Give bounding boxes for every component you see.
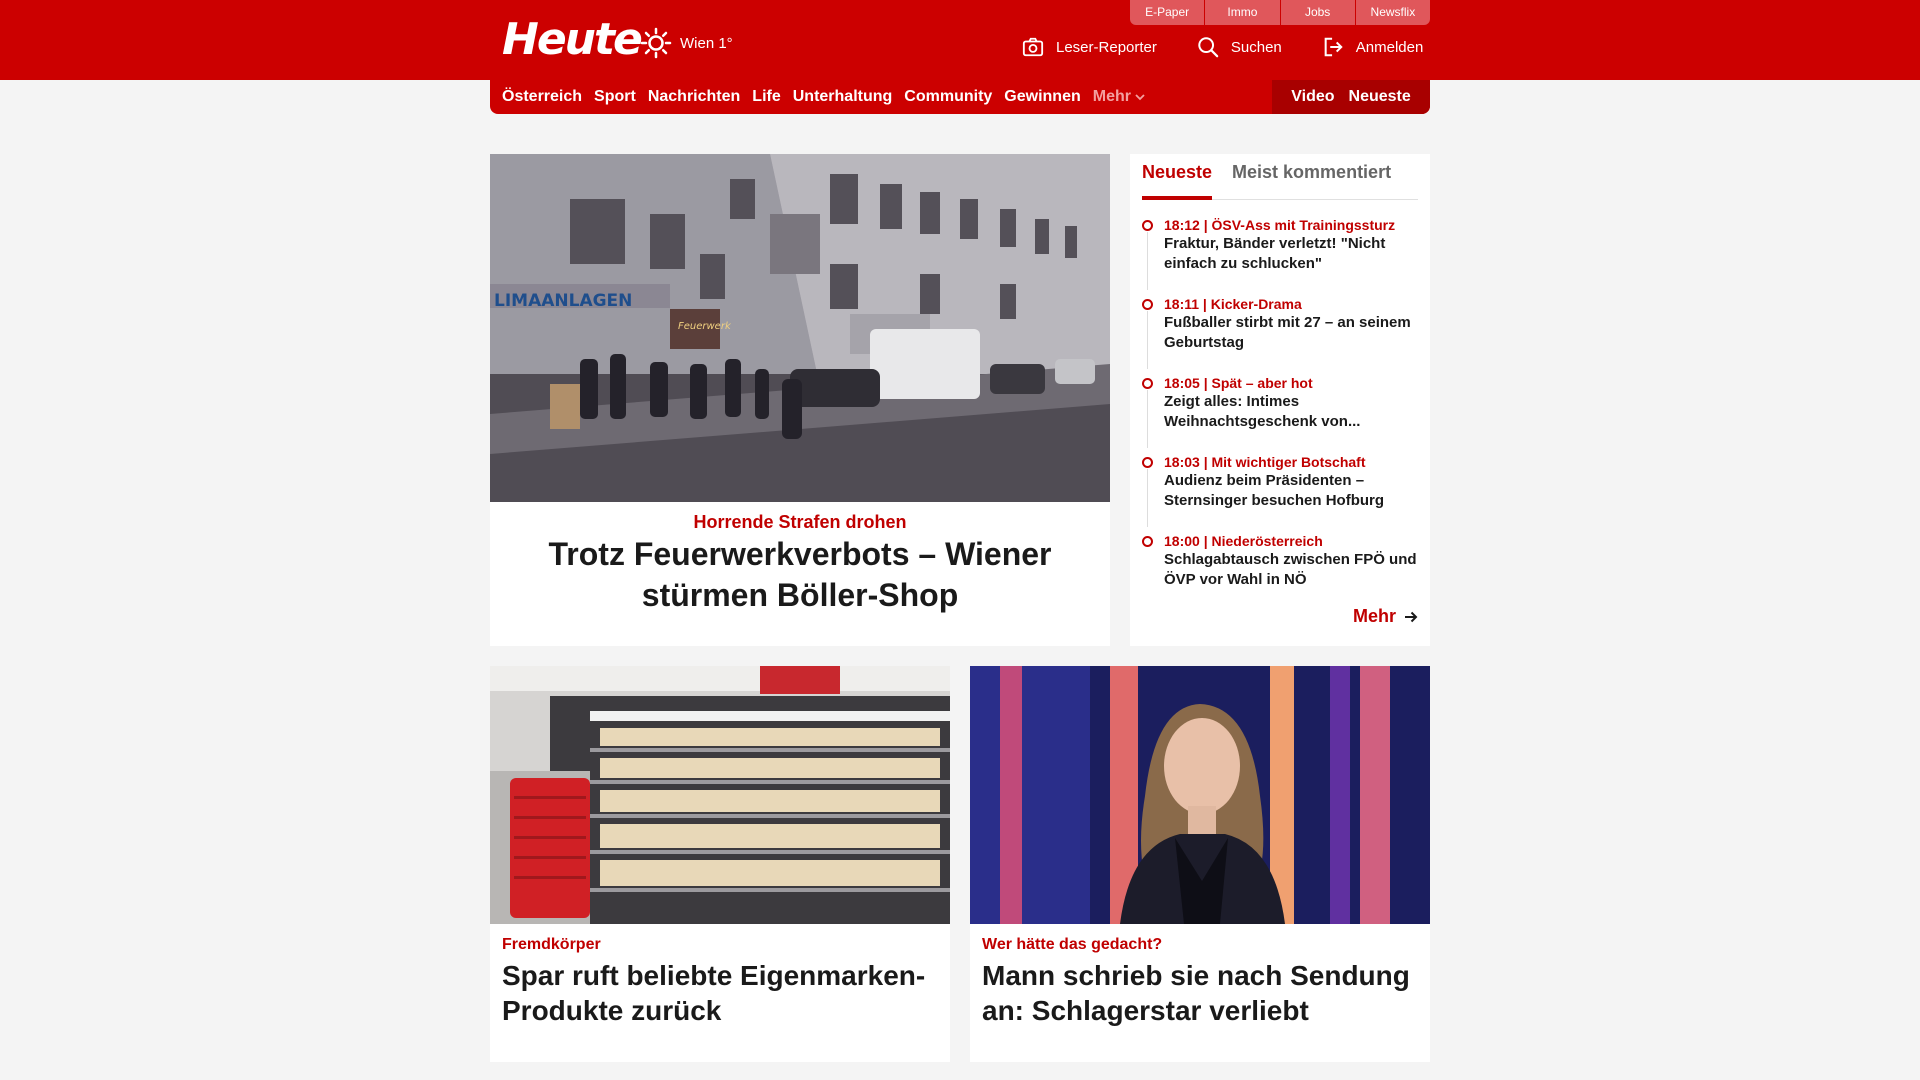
newsflix-link[interactable]: Newsflix — [1355, 0, 1430, 25]
timeline-line — [1147, 232, 1148, 290]
tab-neueste[interactable]: Neueste — [1142, 154, 1213, 200]
news-title[interactable]: Schlagabtausch zwischen FPÖ und ÖVP vor … — [1164, 550, 1422, 590]
list-item[interactable]: 18:03 | Mit wichtiger Botschaft Audienz … — [1142, 453, 1422, 532]
camera-icon — [1022, 37, 1044, 57]
news-meta: 18:12 | ÖSV-Ass mit Trainingssturz — [1164, 217, 1396, 233]
nav-item-oesterreich[interactable]: Österreich — [502, 88, 582, 106]
timeline-dot-icon — [1142, 536, 1153, 547]
news-title[interactable]: Zeigt alles: Intimes Weihnachtsgeschenk … — [1164, 392, 1422, 432]
timeline-line — [1147, 390, 1148, 448]
news-list: 18:12 | ÖSV-Ass mit Trainingssturz Frakt… — [1142, 216, 1422, 611]
nav-item-nachrichten[interactable]: Nachrichten — [648, 88, 740, 106]
arrow-right-icon — [1405, 611, 1418, 622]
tab-meist-kommentiert[interactable]: Meist kommentiert — [1232, 154, 1391, 200]
list-item[interactable]: 18:11 | Kicker-Drama Fußballer stirbt mi… — [1142, 295, 1422, 374]
article-card-schlagerstar[interactable]: Wer hätte das gedacht? Mann schrieb sie … — [970, 666, 1430, 1062]
immo-link[interactable]: Immo — [1205, 0, 1281, 25]
nav-right-group: Video Neueste — [1272, 80, 1430, 114]
timeline-line — [1147, 469, 1148, 527]
hero-image-shop-sign: Feuerwerk — [678, 321, 732, 332]
timeline-dot-icon — [1142, 220, 1153, 231]
weather-text: Wien 1° — [680, 34, 733, 52]
card-kicker: Fremdkörper — [502, 936, 601, 953]
top-mini-links: E-Paper Immo Jobs Newsflix — [1130, 0, 1430, 25]
card-title[interactable]: Mann schrieb sie nach Sendung an: Schlag… — [982, 958, 1418, 1028]
news-meta: 18:05 | Spät – aber hot — [1164, 375, 1313, 391]
news-meta: 18:00 | Niederösterreich — [1164, 533, 1323, 549]
sidebar-tabs: Neueste Meist kommentiert — [1142, 154, 1418, 200]
sidebar-more-label: Mehr — [1352, 606, 1396, 626]
nav-item-unterhaltung[interactable]: Unterhaltung — [793, 88, 893, 106]
hero-article[interactable]: LIMAANLAGEN Feuerwerk Horrende Strafen d… — [490, 154, 1110, 646]
nav-item-life[interactable]: Life — [752, 88, 780, 106]
hero-image-sign-text: LIMAANLAGEN — [494, 291, 632, 311]
hero-title[interactable]: Trotz Feuerwerkverbots – Wiener stürmen … — [520, 534, 1080, 616]
leser-reporter-button[interactable]: Leser-Reporter — [1022, 32, 1157, 62]
chevron-down-icon — [1135, 94, 1145, 101]
site-header: Heute Wien 1° E-Paper Immo Jobs Newsflix… — [0, 0, 1920, 80]
login-button[interactable]: Anmelden — [1322, 32, 1424, 62]
timeline-dot-icon — [1142, 378, 1153, 389]
sidebar-more-link[interactable]: Mehr — [1353, 606, 1418, 627]
jobs-link[interactable]: Jobs — [1280, 0, 1356, 25]
header-actions: Leser-Reporter Suchen Anmelden — [1022, 32, 1423, 62]
news-meta: 18:03 | Mit wichtiger Botschaft — [1164, 454, 1366, 470]
search-icon — [1198, 37, 1219, 58]
nav-item-gewinnen[interactable]: Gewinnen — [1004, 88, 1080, 106]
search-button[interactable]: Suchen — [1197, 32, 1282, 62]
nav-item-sport[interactable]: Sport — [594, 88, 636, 106]
news-title[interactable]: Fraktur, Bänder verletzt! "Nicht einfach… — [1164, 234, 1422, 274]
hero-kicker: Horrende Strafen drohen — [693, 512, 907, 532]
site-logo[interactable]: Heute — [502, 14, 643, 65]
nav-video[interactable]: Video — [1291, 88, 1334, 106]
news-meta: 18:11 | Kicker-Drama — [1164, 296, 1302, 312]
article-image-supermarket[interactable] — [490, 666, 950, 924]
epaper-link[interactable]: E-Paper — [1130, 0, 1206, 25]
timeline-dot-icon — [1142, 299, 1153, 310]
login-icon — [1324, 37, 1343, 57]
news-title[interactable]: Audienz beim Präsidenten – Sternsinger b… — [1164, 471, 1422, 511]
nav-neueste[interactable]: Neueste — [1349, 88, 1411, 106]
nav-item-community[interactable]: Community — [904, 88, 992, 106]
card-title[interactable]: Spar ruft beliebte Eigenmarken-Produkte … — [502, 958, 938, 1028]
timeline-line — [1147, 311, 1148, 369]
main-nav: Österreich Sport Nachrichten Life Unterh… — [490, 80, 1430, 114]
sun-icon — [640, 27, 672, 59]
search-label: Suchen — [1230, 38, 1282, 56]
news-title[interactable]: Fußballer stirbt mit 27 – an seinem Gebu… — [1164, 313, 1422, 353]
login-label: Anmelden — [1355, 38, 1424, 56]
news-sidebar: Neueste Meist kommentiert 18:12 | ÖSV-As… — [1130, 154, 1430, 646]
weather-widget[interactable]: Wien 1° — [640, 26, 733, 60]
hero-image[interactable]: LIMAANLAGEN Feuerwerk — [490, 154, 1110, 502]
list-item[interactable]: 18:12 | ÖSV-Ass mit Trainingssturz Frakt… — [1142, 216, 1422, 295]
timeline-dot-icon — [1142, 457, 1153, 468]
card-kicker: Wer hätte das gedacht? — [982, 936, 1163, 953]
leser-reporter-label: Leser-Reporter — [1056, 38, 1157, 56]
article-image-singer[interactable] — [970, 666, 1430, 924]
list-item[interactable]: 18:00 | Niederösterreich Schlagabtausch … — [1142, 532, 1422, 611]
nav-more-dropdown[interactable]: Mehr — [1093, 88, 1145, 106]
article-card-spar[interactable]: Fremdkörper Spar ruft beliebte Eigenmark… — [490, 666, 950, 1062]
list-item[interactable]: 18:05 | Spät – aber hot Zeigt alles: Int… — [1142, 374, 1422, 453]
nav-more-label: Mehr — [1092, 88, 1131, 105]
